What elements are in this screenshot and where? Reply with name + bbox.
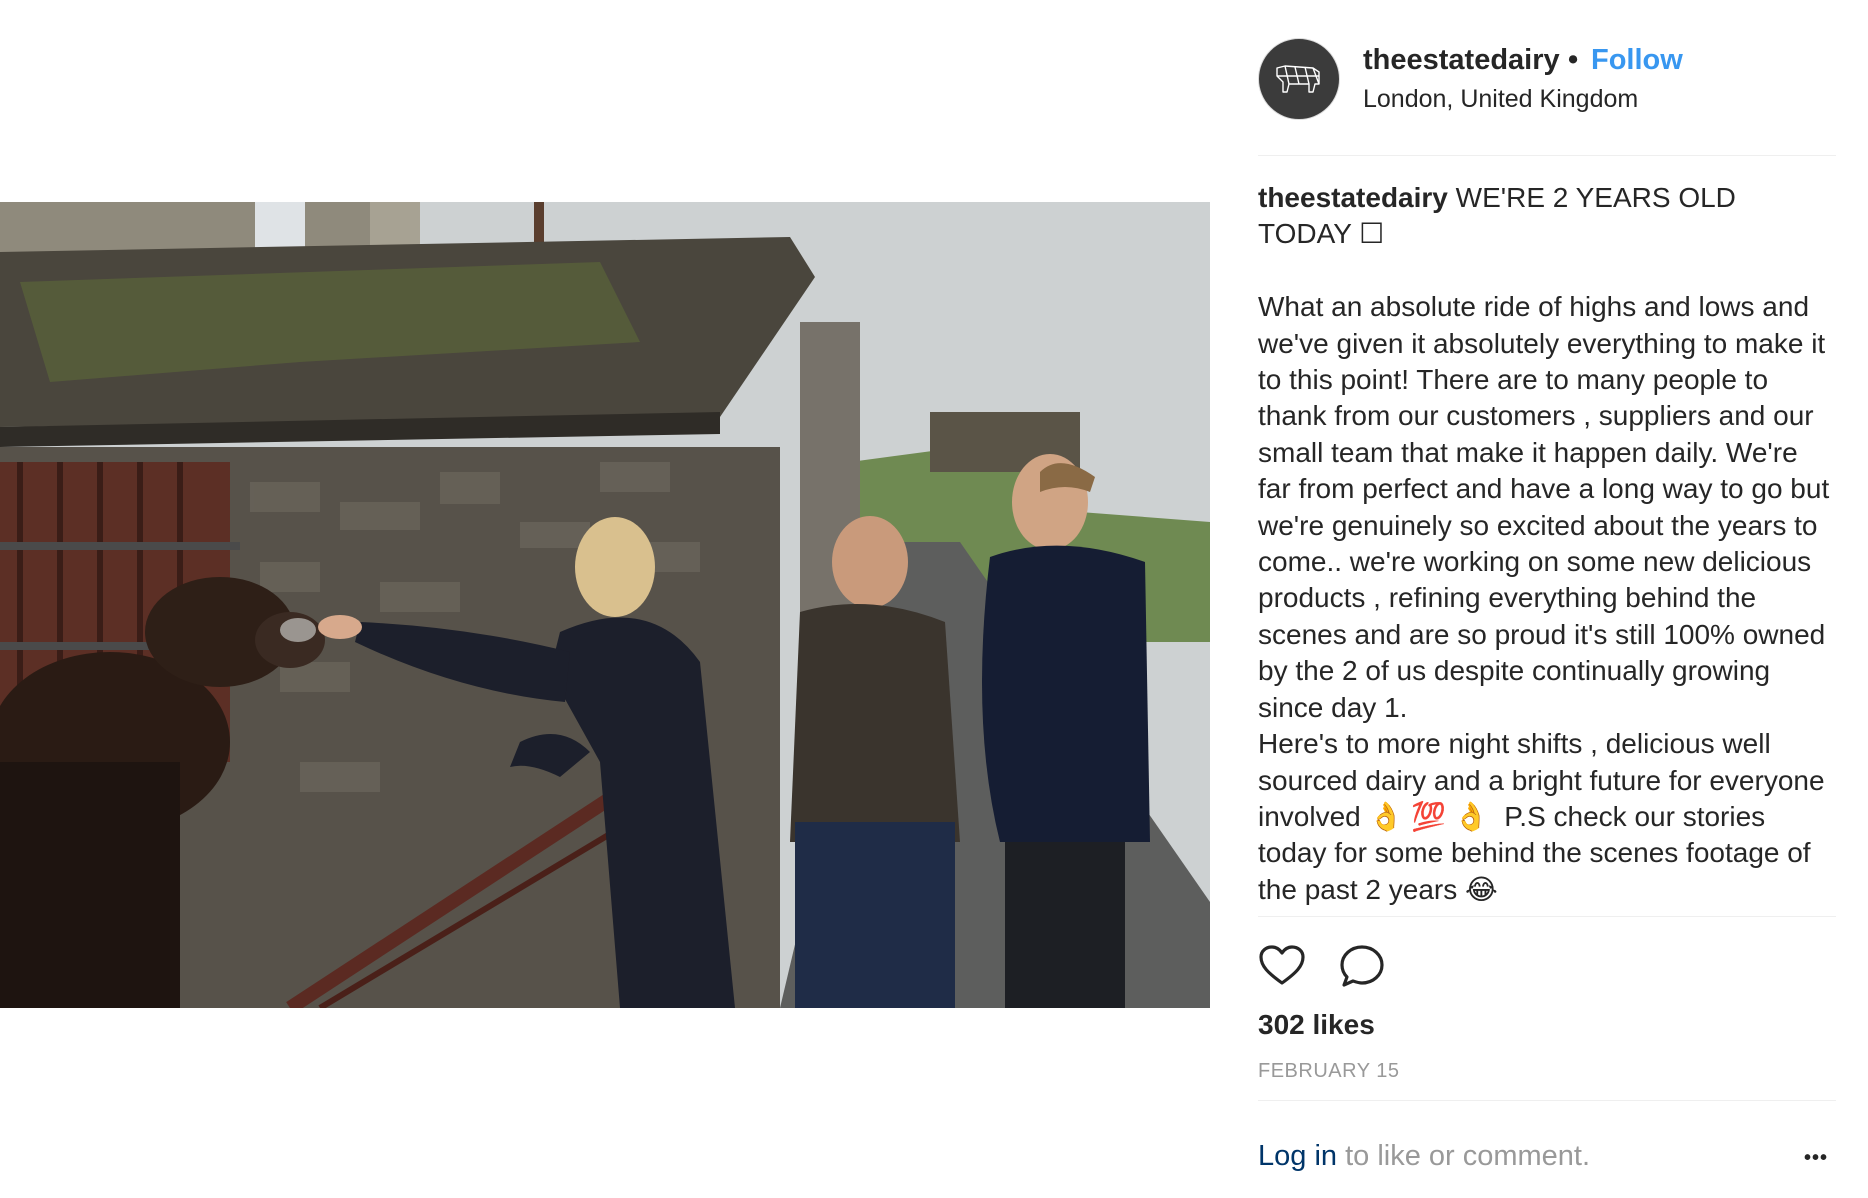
header-username[interactable]: theestatedairy <box>1363 44 1560 77</box>
like-button[interactable] <box>1258 942 1308 992</box>
location-link[interactable]: London, United Kingdom <box>1363 85 1638 114</box>
post-date[interactable]: FEBRUARY 15 <box>1258 1060 1400 1083</box>
post-photo[interactable] <box>0 202 1210 1008</box>
comment-button[interactable] <box>1338 942 1388 992</box>
more-options-icon: ••• <box>1803 1147 1828 1169</box>
caption-username[interactable]: theestatedairy <box>1258 182 1448 213</box>
separator-dot: • <box>1568 44 1579 76</box>
login-link[interactable]: Log in <box>1258 1140 1337 1172</box>
cow-logo-icon <box>1276 65 1320 93</box>
heart-icon <box>1259 945 1305 985</box>
post-header: theestatedairy • Follow London, United K… <box>1258 38 1836 122</box>
caption-divider <box>1258 916 1836 917</box>
follow-button[interactable]: Follow <box>1591 44 1683 77</box>
header-divider <box>1258 155 1836 156</box>
post-caption: theestatedairy WE'RE 2 YEARS OLD TODAY ☐… <box>1258 180 1836 908</box>
action-bar <box>1258 942 1836 992</box>
avatar[interactable] <box>1258 38 1340 120</box>
footer-divider <box>1258 1100 1836 1101</box>
likes-count[interactable]: 302 likes <box>1258 1009 1375 1041</box>
caption-text: WE'RE 2 YEARS OLD TODAY ☐ What an absolu… <box>1258 182 1830 905</box>
login-prompt-text: to like or comment. <box>1337 1140 1591 1172</box>
post-photo-illustration <box>0 202 1210 1008</box>
more-options-button[interactable]: ••• <box>1796 1140 1836 1180</box>
post-sidebar: theestatedairy • Follow London, United K… <box>1258 0 1836 1198</box>
login-prompt: Log in to like or comment. ••• <box>1258 1140 1836 1180</box>
comment-icon <box>1340 945 1384 987</box>
